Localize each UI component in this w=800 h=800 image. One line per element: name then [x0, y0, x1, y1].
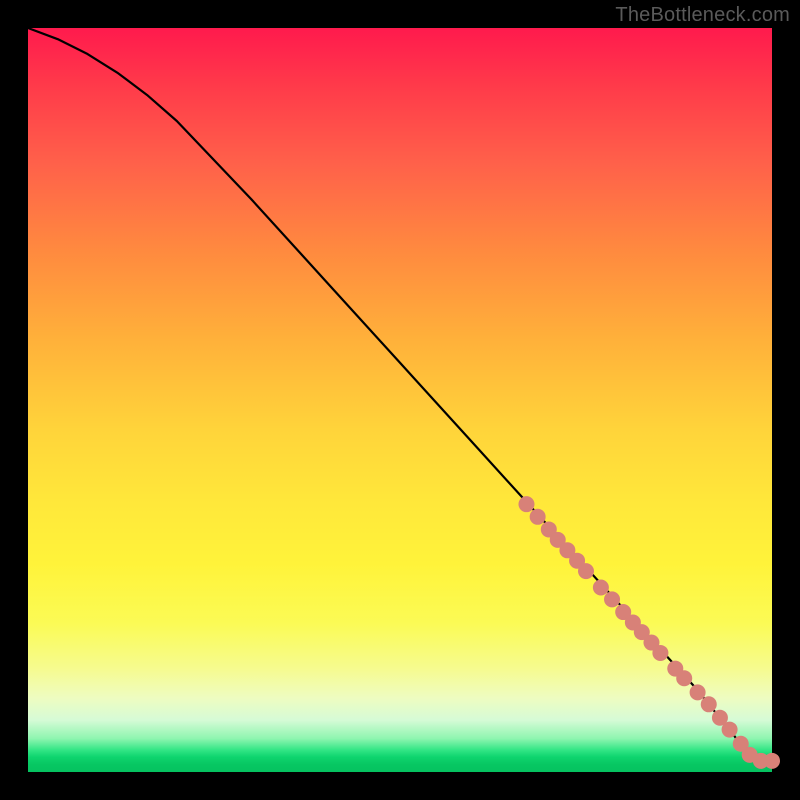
- marker-dot: [604, 591, 620, 607]
- marker-dot: [652, 645, 668, 661]
- marker-dot: [764, 753, 780, 769]
- marker-dot: [701, 696, 717, 712]
- marker-dot: [690, 684, 706, 700]
- marker-dot: [676, 670, 692, 686]
- chart-stage: TheBottleneck.com: [0, 0, 800, 800]
- marker-dot: [593, 579, 609, 595]
- marker-dot: [578, 563, 594, 579]
- marker-dot: [518, 496, 534, 512]
- watermark-text: TheBottleneck.com: [615, 4, 790, 27]
- marker-group: [518, 496, 780, 769]
- marker-dot: [530, 509, 546, 525]
- plot-area: [28, 28, 772, 772]
- marker-dot: [722, 722, 738, 738]
- plot-svg: [28, 28, 772, 772]
